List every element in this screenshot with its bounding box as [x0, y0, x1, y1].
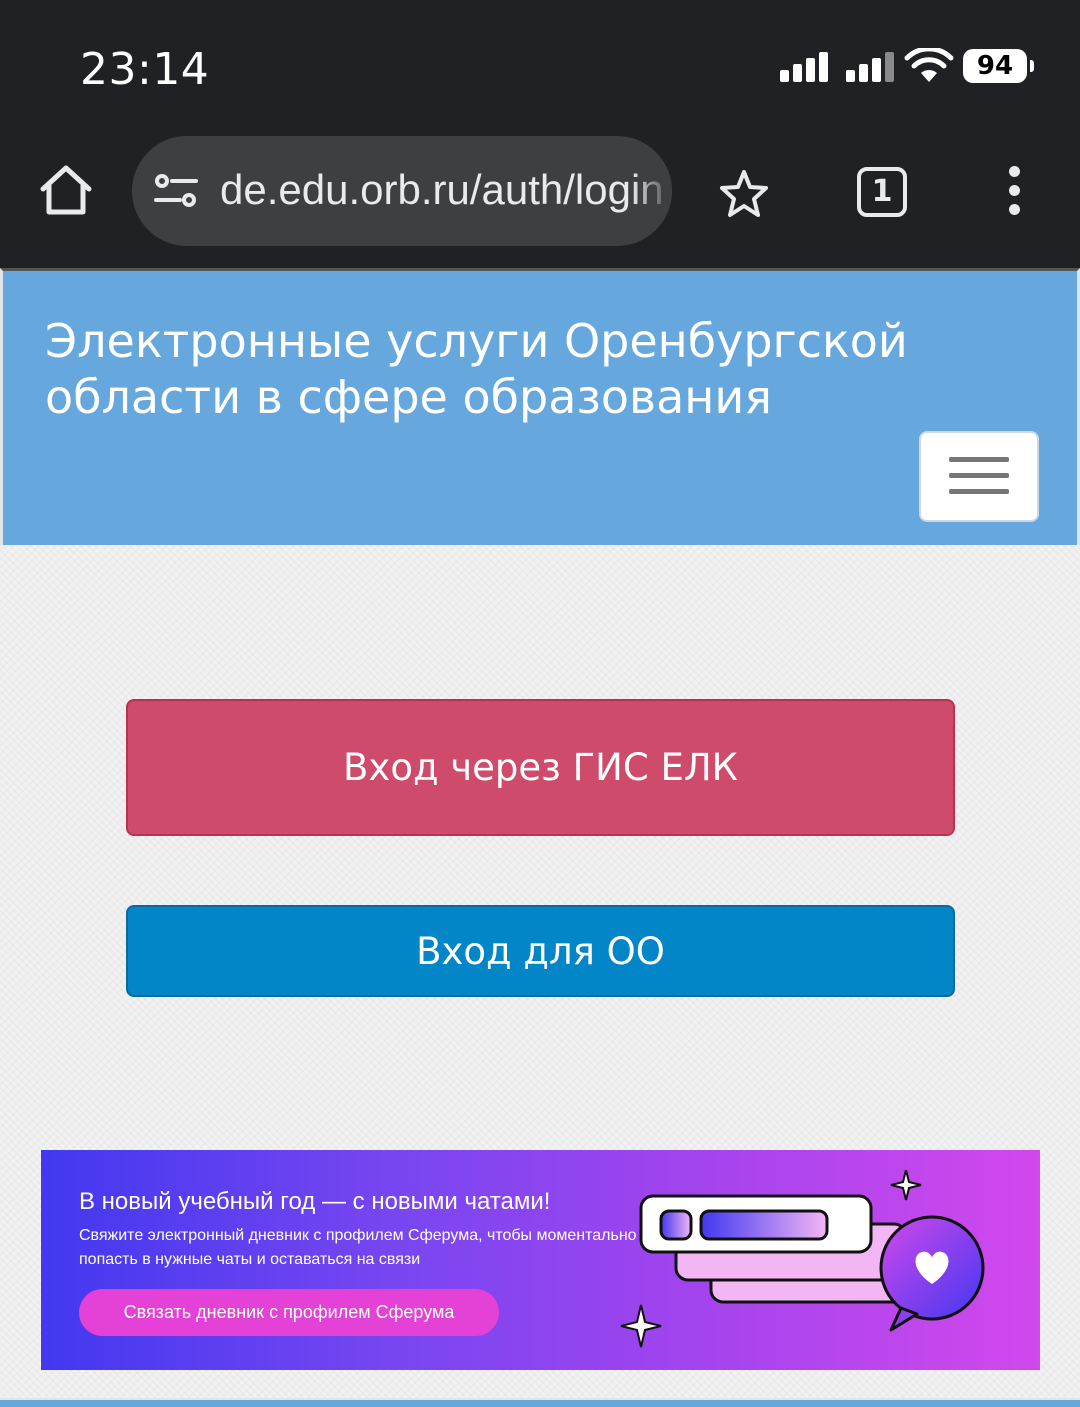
site-settings-icon[interactable] [154, 172, 198, 210]
bookmark-star-icon[interactable] [718, 168, 770, 220]
signal-1-icon [780, 50, 828, 82]
battery-icon: 94 [963, 49, 1034, 83]
status-time: 23:14 [80, 44, 210, 95]
link-diary-button[interactable]: Связать дневник с профилем Сферума [79, 1289, 499, 1336]
site-header: Электронные услуги Оренбургской области … [0, 268, 1080, 545]
banner-subtitle: Свяжите электронный дневник с профилем С… [79, 1227, 637, 1268]
site-title: Электронные услуги Оренбургской области … [45, 314, 908, 424]
login-gis-button[interactable]: Вход через ГИС ЕЛК [126, 699, 955, 836]
tabs-icon[interactable]: 1 [857, 167, 907, 217]
main-content: Вход через ГИС ЕЛК Вход для ОО В новый у… [0, 545, 1080, 1407]
banner-title: В новый учебный год — с новыми чатами! [79, 1188, 551, 1215]
signal-2-icon [846, 50, 894, 82]
url-fade [632, 136, 672, 246]
address-bar[interactable]: de.edu.orb.ru/auth/login [132, 136, 672, 246]
home-icon[interactable] [38, 162, 94, 218]
browser-toolbar: de.edu.orb.ru/auth/login 1 [0, 130, 1080, 268]
footer-strip [0, 1398, 1080, 1407]
more-vert-icon[interactable] [1004, 166, 1024, 220]
sferum-banner[interactable]: В новый учебный год — с новыми чатами! С… [41, 1150, 1040, 1370]
url-text: de.edu.orb.ru/auth/login [220, 166, 664, 213]
status-bar: 23:14 94 [0, 0, 1080, 130]
wifi-icon [904, 48, 954, 82]
login-oo-button[interactable]: Вход для ОО [126, 905, 955, 997]
chat-heart-illustration [620, 1170, 985, 1348]
hamburger-icon[interactable] [919, 431, 1039, 522]
